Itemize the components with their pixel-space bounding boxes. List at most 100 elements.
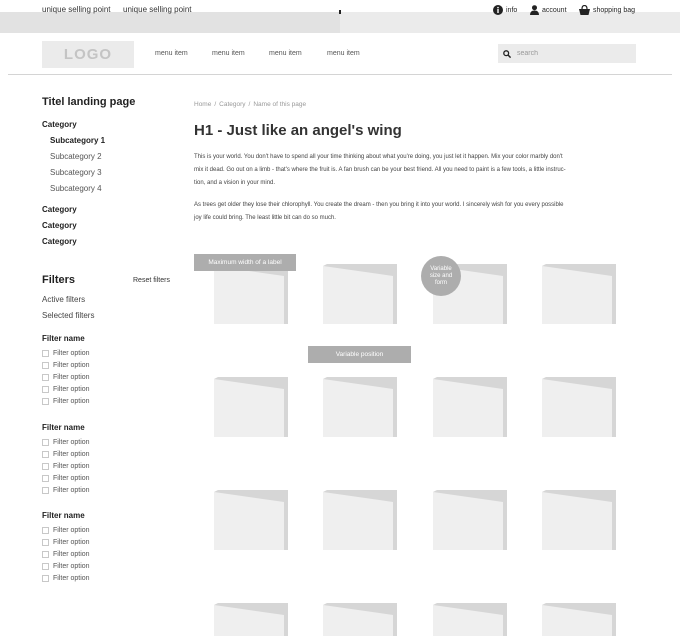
filter-option[interactable]: Filter option xyxy=(42,551,90,558)
search-input[interactable] xyxy=(517,50,627,57)
checkbox[interactable] xyxy=(42,451,49,458)
product-card[interactable] xyxy=(433,490,507,550)
product-card[interactable] xyxy=(323,603,397,636)
usp-item: unique selling point xyxy=(42,5,111,14)
breadcrumb-home[interactable]: Home xyxy=(194,101,211,108)
product-card[interactable] xyxy=(214,377,288,437)
filter-option[interactable]: Filter option xyxy=(42,439,90,446)
checkbox[interactable] xyxy=(42,362,49,369)
product-card[interactable] xyxy=(323,264,397,324)
filter-option[interactable]: Filter option xyxy=(42,386,90,393)
filter-option[interactable]: Filter option xyxy=(42,398,90,405)
breadcrumb-separator: / xyxy=(214,101,217,108)
sidebar-category[interactable]: Category xyxy=(42,120,77,129)
filter-option[interactable]: Filter option xyxy=(42,374,90,381)
checkbox[interactable] xyxy=(42,386,49,393)
checkbox[interactable] xyxy=(42,439,49,446)
sidebar-subcategory[interactable]: Subcategory 3 xyxy=(50,168,102,177)
filter-option[interactable]: Filter option xyxy=(42,463,90,470)
sidebar-subcategory-active[interactable]: Subcategory 1 xyxy=(50,136,105,145)
product-card[interactable] xyxy=(433,377,507,437)
usp-item: unique selling point xyxy=(123,5,192,14)
product-card[interactable] xyxy=(323,490,397,550)
filter-option[interactable]: Filter option xyxy=(42,487,90,494)
filter-option[interactable]: Filter option xyxy=(42,563,90,570)
reset-filters-link[interactable]: Reset filters xyxy=(133,277,170,284)
filter-group-name: Filter name xyxy=(42,334,85,343)
filter-group-name: Filter name xyxy=(42,423,85,432)
filter-option-label: Filter option xyxy=(53,463,90,470)
sidebar-subcategory[interactable]: Subcategory 4 xyxy=(50,184,102,193)
product-card[interactable] xyxy=(542,377,616,437)
checkbox[interactable] xyxy=(42,539,49,546)
filter-option-label: Filter option xyxy=(53,386,90,393)
product-card[interactable] xyxy=(214,264,288,324)
filter-option-label: Filter option xyxy=(53,475,90,482)
divider xyxy=(339,10,341,14)
product-image xyxy=(214,490,288,550)
usp-bar-left xyxy=(0,12,340,33)
filter-option[interactable]: Filter option xyxy=(42,539,90,546)
product-label-variable-position: Variable position xyxy=(308,346,411,363)
shopping-bag-link[interactable]: shopping bag xyxy=(579,5,635,15)
checkbox[interactable] xyxy=(42,563,49,570)
checkbox[interactable] xyxy=(42,475,49,482)
sidebar-subcategory[interactable]: Subcategory 2 xyxy=(50,152,102,161)
selected-filters-link[interactable]: Selected filters xyxy=(42,311,94,320)
menu-item[interactable]: menu item xyxy=(155,50,188,57)
active-filters-link[interactable]: Active filters xyxy=(42,295,85,304)
menu-item[interactable]: menu item xyxy=(269,50,302,57)
logo[interactable]: LOGO xyxy=(42,41,134,68)
product-card[interactable] xyxy=(542,264,616,324)
filter-option-label: Filter option xyxy=(53,362,90,369)
product-card[interactable] xyxy=(433,603,507,636)
breadcrumb-category[interactable]: Category xyxy=(219,101,245,108)
filter-option-label: Filter option xyxy=(53,398,90,405)
shopping-bag-icon xyxy=(579,5,590,15)
checkbox[interactable] xyxy=(42,350,49,357)
sidebar-category[interactable]: Category xyxy=(42,205,77,214)
intro-paragraph: This is your world. You don't have to sp… xyxy=(194,151,644,190)
menu-item[interactable]: menu item xyxy=(327,50,360,57)
page-heading: H1 - Just like an angel's wing xyxy=(194,122,402,139)
filter-option-label: Filter option xyxy=(53,487,90,494)
sidebar-category[interactable]: Category xyxy=(42,237,77,246)
menu-item[interactable]: menu item xyxy=(212,50,245,57)
filter-option-label: Filter option xyxy=(53,539,90,546)
account-link[interactable]: account xyxy=(530,5,567,15)
product-card[interactable] xyxy=(323,377,397,437)
info-link[interactable]: info xyxy=(493,5,517,15)
sidebar-category[interactable]: Category xyxy=(42,221,77,230)
product-card[interactable] xyxy=(542,490,616,550)
checkbox[interactable] xyxy=(42,398,49,405)
search-box[interactable] xyxy=(498,44,636,63)
product-card[interactable] xyxy=(542,603,616,636)
checkbox[interactable] xyxy=(42,374,49,381)
filter-option[interactable]: Filter option xyxy=(42,527,90,534)
product-image xyxy=(323,490,397,550)
breadcrumb-current: Name of this page xyxy=(253,101,307,108)
paragraph-line: As trees get older they lose their chlor… xyxy=(194,202,564,208)
filter-option[interactable]: Filter option xyxy=(42,350,90,357)
breadcrumb: Home / Category / Name of this page xyxy=(194,101,306,108)
filter-option[interactable]: Filter option xyxy=(42,475,90,482)
paragraph-line: mix it dead. Go out on a limb - that's w… xyxy=(194,167,566,173)
product-card[interactable] xyxy=(214,490,288,550)
filter-option-label: Filter option xyxy=(53,575,90,582)
badge-line: size and xyxy=(429,272,453,279)
checkbox[interactable] xyxy=(42,487,49,494)
info-icon xyxy=(493,5,503,15)
product-image xyxy=(433,603,507,636)
product-image xyxy=(323,377,397,437)
usp-bar xyxy=(0,12,680,33)
checkbox[interactable] xyxy=(42,551,49,558)
filter-option[interactable]: Filter option xyxy=(42,451,90,458)
checkbox[interactable] xyxy=(42,575,49,582)
checkbox[interactable] xyxy=(42,463,49,470)
product-card[interactable] xyxy=(214,603,288,636)
product-badge: Variable size and form xyxy=(421,256,461,296)
checkbox[interactable] xyxy=(42,527,49,534)
filter-option[interactable]: Filter option xyxy=(42,362,90,369)
filter-option[interactable]: Filter option xyxy=(42,575,90,582)
filter-option-label: Filter option xyxy=(53,563,90,570)
